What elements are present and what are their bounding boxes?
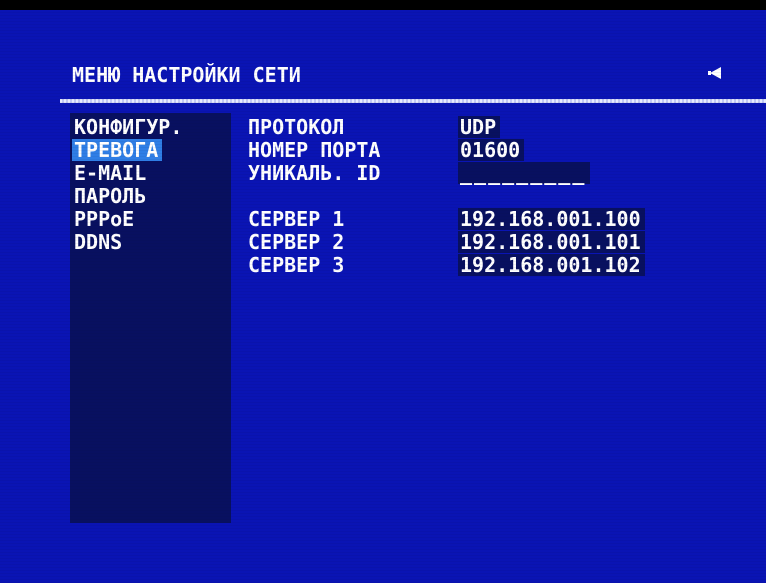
server2-label: СЕРВЕР 2 — [248, 230, 345, 254]
unique-id-label: УНИКАЛЬ. ID — [248, 161, 381, 185]
sidebar-item-email[interactable]: E-MAIL — [72, 162, 150, 184]
sidebar-item-alarm[interactable]: ТРЕВОГА — [72, 139, 163, 161]
sidebar-item-ddns[interactable]: DDNS — [72, 231, 126, 253]
protocol-value[interactable]: UDP — [458, 116, 501, 138]
server1-value[interactable]: 192.168.001.100 — [458, 208, 645, 230]
unique-id-value[interactable]: _________ — [458, 162, 591, 184]
port-label: НОМЕР ПОРТА — [248, 138, 381, 162]
protocol-label: ПРОТОКОЛ — [248, 115, 345, 139]
port-value[interactable]: 01600 — [458, 139, 525, 161]
page-title: МЕНЮ НАСТРОЙКИ СЕТИ — [72, 63, 301, 87]
server3-value[interactable]: 192.168.001.102 — [458, 254, 645, 276]
sidebar-item-password[interactable]: ПАРОЛЬ — [72, 185, 150, 207]
server1-label: СЕРВЕР 1 — [248, 207, 345, 231]
osd-screen: МЕНЮ НАСТРОЙКИ СЕТИ КОНФИГУР. ТРЕВОГА E-… — [0, 10, 766, 583]
title-divider — [60, 99, 766, 103]
server3-label: СЕРВЕР 3 — [248, 253, 345, 277]
back-arrow-icon[interactable] — [708, 66, 722, 80]
sidebar-item-pppoe[interactable]: PPPoE — [72, 208, 138, 230]
sidebar-item-config[interactable]: КОНФИГУР. — [72, 116, 186, 138]
server2-value[interactable]: 192.168.001.101 — [458, 231, 645, 253]
